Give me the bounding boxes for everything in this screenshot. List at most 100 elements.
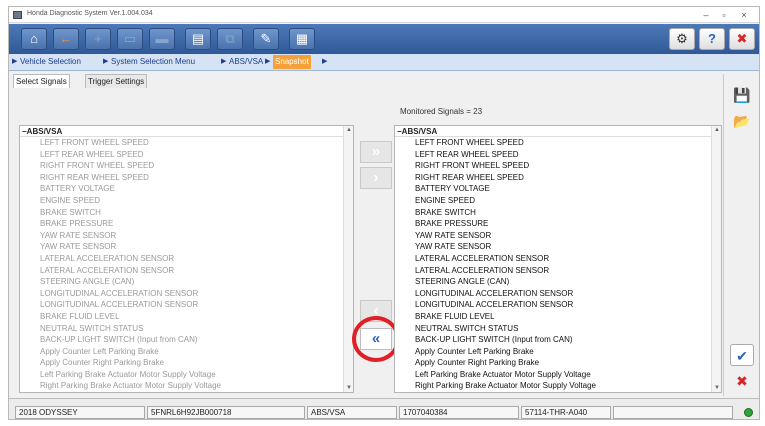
data-button[interactable]: ▦: [289, 28, 315, 50]
signal-list-item[interactable]: BATTERY VOLTAGE: [20, 183, 353, 195]
scroll-up-icon[interactable]: ▲: [713, 127, 721, 133]
signal-list-item[interactable]: RIGHT FRONT WHEEL SPEED: [395, 160, 721, 172]
breadcrumb-arrow-icon: ▶: [12, 58, 18, 65]
vertical-scrollbar[interactable]: ▲ ▼: [711, 126, 721, 392]
available-signals-list[interactable]: −ABS/VSA LEFT FRONT WHEEL SPEED LEFT REAR…: [19, 125, 354, 393]
signal-list-item[interactable]: BRAKE FLUID LEVEL: [20, 311, 353, 323]
window-title: Honda Diagnostic System Ver.1.004.034: [27, 10, 153, 17]
signal-list-item[interactable]: Left Parking Brake Actuator Motor Supply…: [20, 369, 353, 381]
open-folder-button[interactable]: 📂: [730, 110, 754, 132]
signal-list-item[interactable]: Left Parking Brake Actuator Motor Supply…: [395, 369, 721, 381]
list-group-header[interactable]: −ABS/VSA: [395, 126, 721, 137]
signal-list-item[interactable]: NEUTRAL SWITCH STATUS: [20, 323, 353, 335]
signal-list-item[interactable]: Apply Counter Right Parking Brake: [395, 357, 721, 369]
signal-list-item[interactable]: NEUTRAL SWITCH STATUS: [395, 323, 721, 335]
monitored-signals-items: LEFT FRONT WHEEL SPEED LEFT REAR WHEEL SP…: [395, 137, 721, 393]
signal-list-item[interactable]: BRAKE PRESSURE: [395, 218, 721, 230]
signal-list-item[interactable]: LONGITUDINAL ACCELERATION SENSOR: [20, 299, 353, 311]
cancel-button[interactable]: ✖: [730, 370, 754, 392]
main-toolbar: ⌂ ← + ▭ ▬ ▤ ⧉ ✎ ▦ ⚙ ? ✖: [9, 24, 759, 54]
report-button[interactable]: ▤: [185, 28, 211, 50]
signal-list-item[interactable]: YAW RATE SENSOR: [395, 230, 721, 242]
signal-list-item[interactable]: BACK-UP LIGHT SWITCH (Input from CAN): [20, 334, 353, 346]
signal-list-item[interactable]: Right Parking Brake Actuator Motor Suppl…: [395, 380, 721, 392]
signal-list-item[interactable]: BACK-UP LIGHT SWITCH (Input from CAN): [395, 334, 721, 346]
list-group-header[interactable]: −ABS/VSA: [20, 126, 353, 137]
monitored-signals-list[interactable]: −ABS/VSA LEFT FRONT WHEEL SPEED LEFT REAR…: [394, 125, 722, 393]
breadcrumb-system-selection[interactable]: System Selection Menu: [111, 57, 195, 66]
signal-list-item[interactable]: LATERAL ACCELERATION SENSOR: [395, 253, 721, 265]
signal-list-item[interactable]: RIGHT REAR WHEEL SPEED: [395, 172, 721, 184]
minimize-button[interactable]: –: [699, 9, 713, 21]
signal-list-item[interactable]: Right Parking Brake Actuator Motor Suppl…: [20, 380, 353, 392]
signal-list-item[interactable]: Electric Parking Brake Switch Status: [395, 392, 721, 393]
signal-list-item[interactable]: YAW RATE SENSOR: [395, 241, 721, 253]
confirm-button[interactable]: ✔: [730, 344, 754, 366]
maximize-button[interactable]: ▫: [717, 9, 731, 21]
signal-list-item[interactable]: LEFT REAR WHEEL SPEED: [20, 149, 353, 161]
save-button[interactable]: 💾: [730, 84, 754, 106]
breadcrumb-snapshot[interactable]: Snapshot: [273, 55, 311, 69]
status-part-number: 57114-THR-A040: [521, 406, 611, 419]
status-vin: 5FNRL6H92JB000718: [147, 406, 305, 419]
scroll-up-icon[interactable]: ▲: [345, 127, 353, 133]
help-button[interactable]: ?: [699, 28, 725, 50]
exit-button[interactable]: ✖: [729, 28, 755, 50]
back-button[interactable]: ←: [53, 28, 79, 50]
signal-list-item[interactable]: Apply Counter Right Parking Brake: [20, 357, 353, 369]
add-button[interactable]: +: [85, 28, 111, 50]
signal-list-item[interactable]: LATERAL ACCELERATION SENSOR: [395, 265, 721, 277]
signal-list-item[interactable]: STEERING ANGLE (CAN): [20, 276, 353, 288]
add-selected-button[interactable]: ›: [360, 167, 392, 189]
signal-list-item[interactable]: LATERAL ACCELERATION SENSOR: [20, 253, 353, 265]
breadcrumb-abs-vsa[interactable]: ABS/VSA: [229, 57, 263, 66]
tab-select-signals[interactable]: Select Signals: [13, 74, 70, 88]
signal-list-item[interactable]: BRAKE FLUID LEVEL: [395, 311, 721, 323]
signal-list-item[interactable]: Apply Counter Left Parking Brake: [395, 346, 721, 358]
settings-button[interactable]: ⚙: [669, 28, 695, 50]
status-code: 1707040384: [399, 406, 519, 419]
signal-list-item[interactable]: BRAKE SWITCH: [395, 207, 721, 219]
close-button[interactable]: ×: [737, 9, 751, 21]
tab-trigger-settings[interactable]: Trigger Settings: [85, 74, 148, 88]
signal-list-item[interactable]: YAW RATE SENSOR: [20, 230, 353, 242]
signal-list-item[interactable]: LEFT FRONT WHEEL SPEED: [20, 137, 353, 149]
add-all-button[interactable]: »: [360, 141, 392, 163]
signal-list-item[interactable]: LEFT REAR WHEEL SPEED: [395, 149, 721, 161]
edit-button[interactable]: ✎: [253, 28, 279, 50]
signal-list-item[interactable]: STEERING ANGLE (CAN): [395, 276, 721, 288]
signal-list-item[interactable]: LEFT FRONT WHEEL SPEED: [395, 137, 721, 149]
signal-list-item[interactable]: LONGITUDINAL ACCELERATION SENSOR: [395, 288, 721, 300]
home-icon: ⌂: [30, 31, 38, 46]
vertical-scrollbar[interactable]: ▲ ▼: [343, 126, 353, 392]
scroll-down-icon[interactable]: ▼: [345, 385, 353, 391]
breadcrumb-arrow-icon: ▶: [265, 58, 271, 65]
signal-list-item[interactable]: RIGHT FRONT WHEEL SPEED: [20, 160, 353, 172]
scroll-down-icon[interactable]: ▼: [713, 385, 721, 391]
settings-gear-icon: ⚙: [676, 31, 688, 46]
highlight-circle: [352, 316, 400, 362]
signal-list-item[interactable]: Apply Counter Left Parking Brake: [20, 346, 353, 358]
signal-list-item[interactable]: LONGITUDINAL ACCELERATION SENSOR: [395, 299, 721, 311]
signal-list-item[interactable]: BRAKE SWITCH: [20, 207, 353, 219]
signal-list-item[interactable]: YAW RATE SENSOR: [20, 241, 353, 253]
status-system: ABS/VSA: [307, 406, 397, 419]
disk-button[interactable]: ▬: [149, 28, 175, 50]
signal-list-item[interactable]: BRAKE PRESSURE: [20, 218, 353, 230]
cancel-x-icon: ✖: [736, 373, 748, 389]
folder-icon: 📂: [733, 113, 751, 129]
signal-list-item[interactable]: Electric Parking Brake Switch Status: [20, 392, 353, 393]
copy-button[interactable]: ⧉: [217, 28, 243, 50]
window-button[interactable]: ▭: [117, 28, 143, 50]
signal-list-item[interactable]: LONGITUDINAL ACCELERATION SENSOR: [20, 288, 353, 300]
breadcrumb-vehicle-selection[interactable]: Vehicle Selection: [20, 57, 81, 66]
home-button[interactable]: ⌂: [21, 28, 47, 50]
signal-list-item[interactable]: LATERAL ACCELERATION SENSOR: [20, 265, 353, 277]
data-icon: ▦: [295, 31, 309, 46]
signal-list-item[interactable]: BATTERY VOLTAGE: [395, 183, 721, 195]
signal-list-item[interactable]: ENGINE SPEED: [20, 195, 353, 207]
signal-list-item[interactable]: RIGHT REAR WHEEL SPEED: [20, 172, 353, 184]
window-icon: ▭: [123, 31, 137, 46]
status-bar: 2018 ODYSSEY 5FNRL6H92JB000718 ABS/VSA 1…: [9, 398, 759, 419]
signal-list-item[interactable]: ENGINE SPEED: [395, 195, 721, 207]
